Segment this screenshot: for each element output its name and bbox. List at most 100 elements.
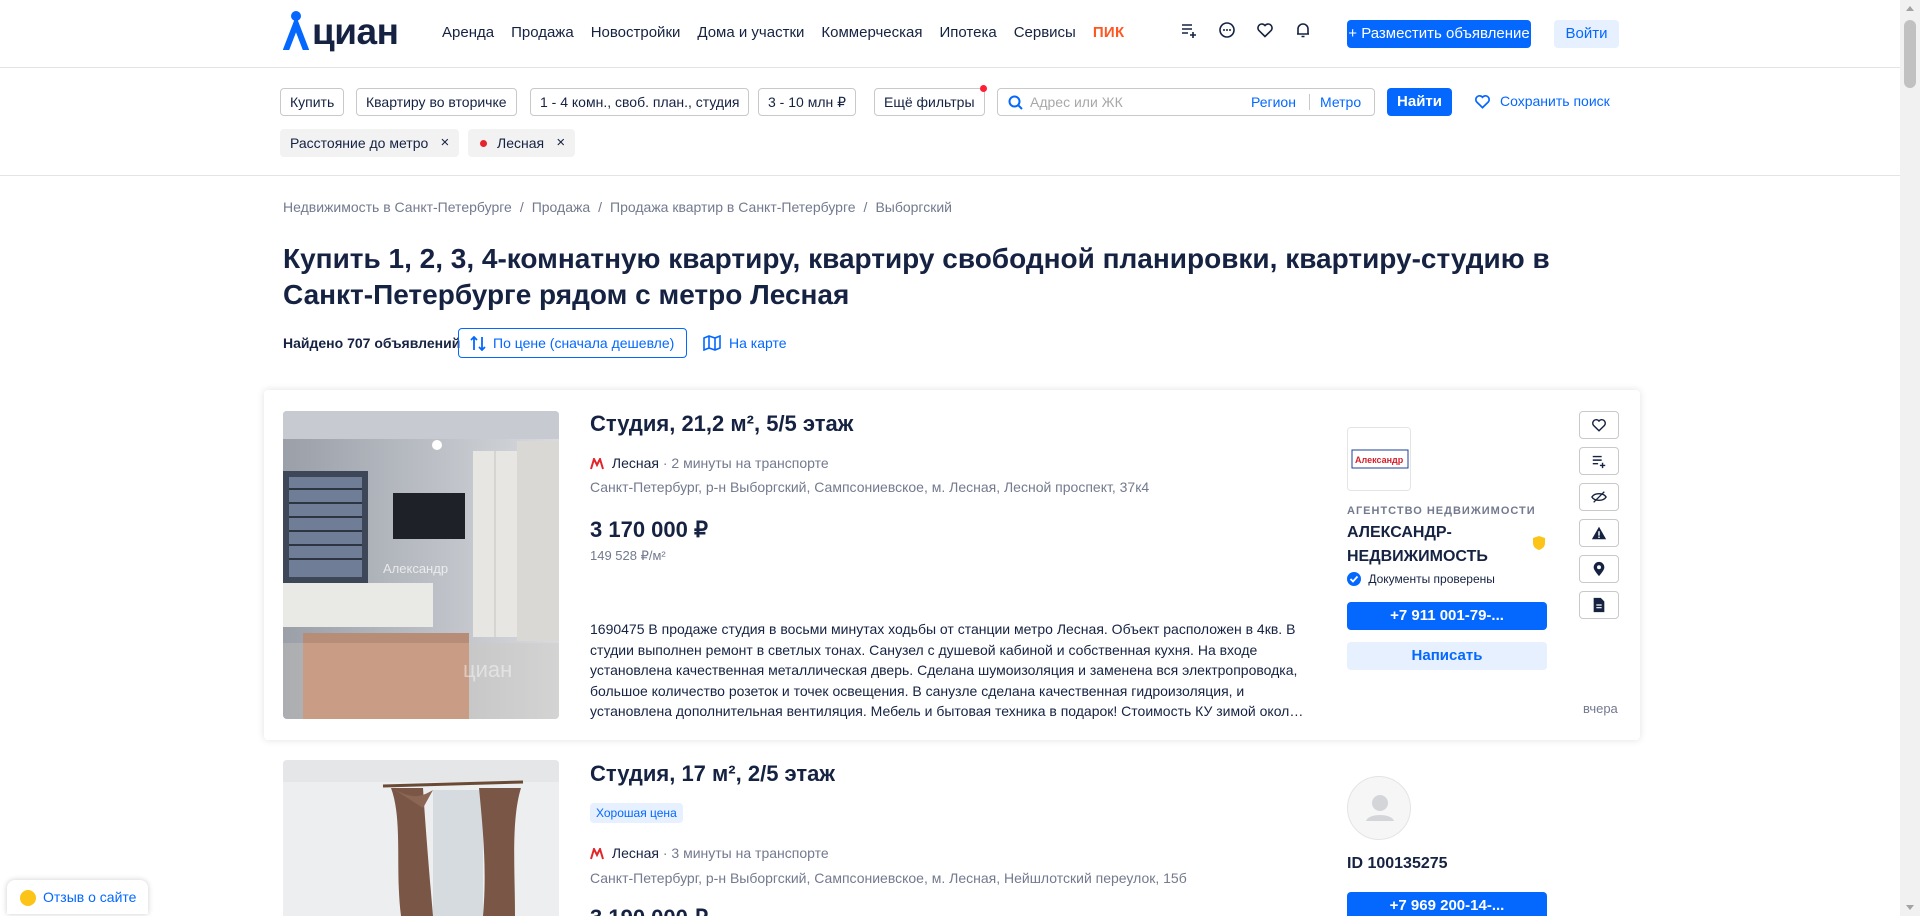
- tag-metro-station-label: Лесная: [497, 135, 545, 151]
- agent-id[interactable]: ID 100135275: [1347, 855, 1448, 873]
- scrollbar[interactable]: [1900, 0, 1920, 916]
- tag-metro-distance: Расстояние до метро ×: [280, 129, 460, 157]
- map-link[interactable]: На карте: [703, 335, 787, 351]
- nav-services[interactable]: Сервисы: [1014, 24, 1076, 41]
- listing-price-per-meter: 149 528 ₽/м²: [590, 548, 666, 563]
- metro-time: · 3 минуты на транспорте: [662, 845, 829, 861]
- breadcrumb-item[interactable]: Выборгский: [875, 199, 952, 215]
- nav-houses[interactable]: Дома и участки: [697, 24, 804, 41]
- logo[interactable]: циан: [282, 8, 399, 52]
- rooms-filter[interactable]: 1 - 4 комн., своб. план., студия: [530, 88, 750, 116]
- filters-bar: Купить Квартиру во вторичке 1 - 4 комн.,…: [0, 68, 1900, 176]
- heart-icon: [1592, 418, 1606, 432]
- results-count: Найдено 707 объявлений: [283, 335, 461, 351]
- map-pin-icon: [1593, 561, 1605, 577]
- object-type-filter[interactable]: Квартиру во вторичке: [356, 88, 517, 116]
- watermark-text: Александр: [383, 561, 448, 576]
- warning-icon: [1591, 526, 1607, 540]
- breadcrumb-item[interactable]: Продажа квартир в Санкт-Петербурге: [610, 199, 856, 215]
- scrollbar-thumb[interactable]: [1904, 20, 1916, 88]
- scroll-up-icon[interactable]: [1906, 6, 1914, 11]
- smile-icon: [20, 890, 36, 906]
- nav-mortgage[interactable]: Ипотека: [939, 24, 996, 41]
- download-pdf-button[interactable]: [1579, 591, 1619, 619]
- login-button[interactable]: Войти: [1554, 20, 1619, 48]
- search-input[interactable]: [1030, 92, 1240, 112]
- notifications-icon[interactable]: [1294, 21, 1312, 39]
- agency-logo[interactable]: Александр: [1347, 427, 1411, 491]
- nav-sale[interactable]: Продажа: [511, 24, 574, 41]
- save-heart-icon: [1475, 95, 1490, 109]
- write-message-button[interactable]: Написать: [1347, 642, 1547, 670]
- search-box: Регион Метро: [997, 88, 1375, 116]
- document-icon: [1593, 597, 1605, 613]
- compare-icon: [1592, 455, 1606, 469]
- listing-card[interactable]: Александр циан Студия, 21,2 м², 5/5 этаж…: [264, 390, 1640, 740]
- listing-date: вчера: [1583, 701, 1618, 716]
- nav-commercial[interactable]: Коммерческая: [821, 24, 922, 41]
- header: циан Аренда Продажа Новостройки Дома и у…: [0, 0, 1900, 68]
- filters-indicator-dot: [980, 85, 987, 92]
- favorite-button[interactable]: [1579, 411, 1619, 439]
- find-button[interactable]: Найти: [1387, 88, 1452, 116]
- complain-button[interactable]: [1579, 519, 1619, 547]
- feedback-button[interactable]: Отзыв о сайте: [7, 880, 149, 914]
- user-icon: [1366, 795, 1394, 821]
- metro-time: · 2 минуты на транспорте: [662, 455, 829, 471]
- metro-station[interactable]: Лесная: [612, 455, 659, 471]
- metro-icon: [590, 848, 604, 860]
- show-phone-button[interactable]: +7 969 200-14-...: [1347, 892, 1547, 916]
- agency-logo-text: Александр: [1355, 455, 1404, 465]
- sort-button[interactable]: По цене (сначала дешевле): [458, 328, 688, 358]
- page-title: Купить 1, 2, 3, 4-комнатную квартиру, кв…: [283, 243, 1550, 310]
- chat-icon[interactable]: [1218, 21, 1236, 39]
- nav-new-buildings[interactable]: Новостройки: [591, 24, 681, 41]
- header-icons: [1180, 21, 1312, 39]
- search-divider: [1309, 94, 1310, 110]
- favorites-icon[interactable]: [1256, 21, 1274, 39]
- save-search-label: Сохранить поиск: [1500, 93, 1610, 109]
- breadcrumb-item[interactable]: Недвижимость в Санкт-Петербурге: [283, 199, 512, 215]
- main-nav: Аренда Продажа Новостройки Дома и участк…: [442, 24, 1124, 41]
- show-on-map-button[interactable]: [1579, 555, 1619, 583]
- region-link[interactable]: Регион: [1251, 94, 1296, 110]
- logo-text: циан: [312, 11, 399, 52]
- close-icon[interactable]: ×: [441, 130, 450, 156]
- sort-icon: [470, 336, 486, 351]
- price-filter[interactable]: 3 - 10 млн ₽: [758, 88, 857, 116]
- deal-type-filter[interactable]: Купить: [280, 88, 345, 116]
- compare-button[interactable]: [1579, 447, 1619, 475]
- search-icon: [1008, 95, 1023, 110]
- more-filters-button[interactable]: Ещё фильтры: [874, 88, 985, 116]
- close-icon[interactable]: ×: [556, 130, 565, 156]
- watermark-text: циан: [463, 657, 512, 682]
- shield-icon: [1533, 536, 1545, 550]
- scroll-down-icon[interactable]: [1906, 905, 1914, 910]
- breadcrumb-item[interactable]: Продажа: [532, 199, 590, 215]
- metro-station[interactable]: Лесная: [612, 845, 659, 861]
- show-phone-button[interactable]: +7 911 001-79-...: [1347, 602, 1547, 630]
- listing-photo[interactable]: Александр циан: [283, 411, 559, 719]
- eye-off-icon: [1591, 491, 1607, 503]
- listing-description: 1690475 В продаже студия в восьми минута…: [590, 621, 1304, 719]
- hide-button[interactable]: [1579, 483, 1619, 511]
- listing-address[interactable]: Санкт-Петербург, р-н Выборгский, Сампсон…: [590, 870, 1187, 886]
- sort-label: По цене (сначала дешевле): [493, 335, 675, 351]
- breadcrumb-separator: /: [863, 199, 868, 215]
- listing-title[interactable]: Студия, 21,2 м², 5/5 этаж: [590, 411, 853, 437]
- nav-pik[interactable]: ПИК: [1093, 24, 1125, 41]
- metro-link[interactable]: Метро: [1320, 94, 1361, 110]
- save-search-button[interactable]: Сохранить поиск: [1474, 93, 1610, 109]
- agency-name[interactable]: АЛЕКСАНДР-НЕДВИЖИМОСТЬ: [1347, 521, 1527, 569]
- avatar[interactable]: [1347, 776, 1411, 840]
- listing-address[interactable]: Санкт-Петербург, р-н Выборгский, Сампсон…: [590, 479, 1149, 495]
- agency-label: АГЕНТСТВО НЕДВИЖИМОСТИ: [1347, 505, 1536, 517]
- compare-icon[interactable]: [1180, 21, 1198, 39]
- breadcrumb-separator: /: [598, 199, 603, 215]
- nav-rent[interactable]: Аренда: [442, 24, 494, 41]
- tag-metro-station: Лесная ×: [468, 129, 576, 157]
- post-ad-button[interactable]: + Разместить объявление: [1347, 20, 1531, 48]
- verified-icon: [1347, 572, 1361, 586]
- listing-title[interactable]: Студия, 17 м², 2/5 этаж: [590, 761, 835, 787]
- listing-photo[interactable]: [283, 760, 559, 916]
